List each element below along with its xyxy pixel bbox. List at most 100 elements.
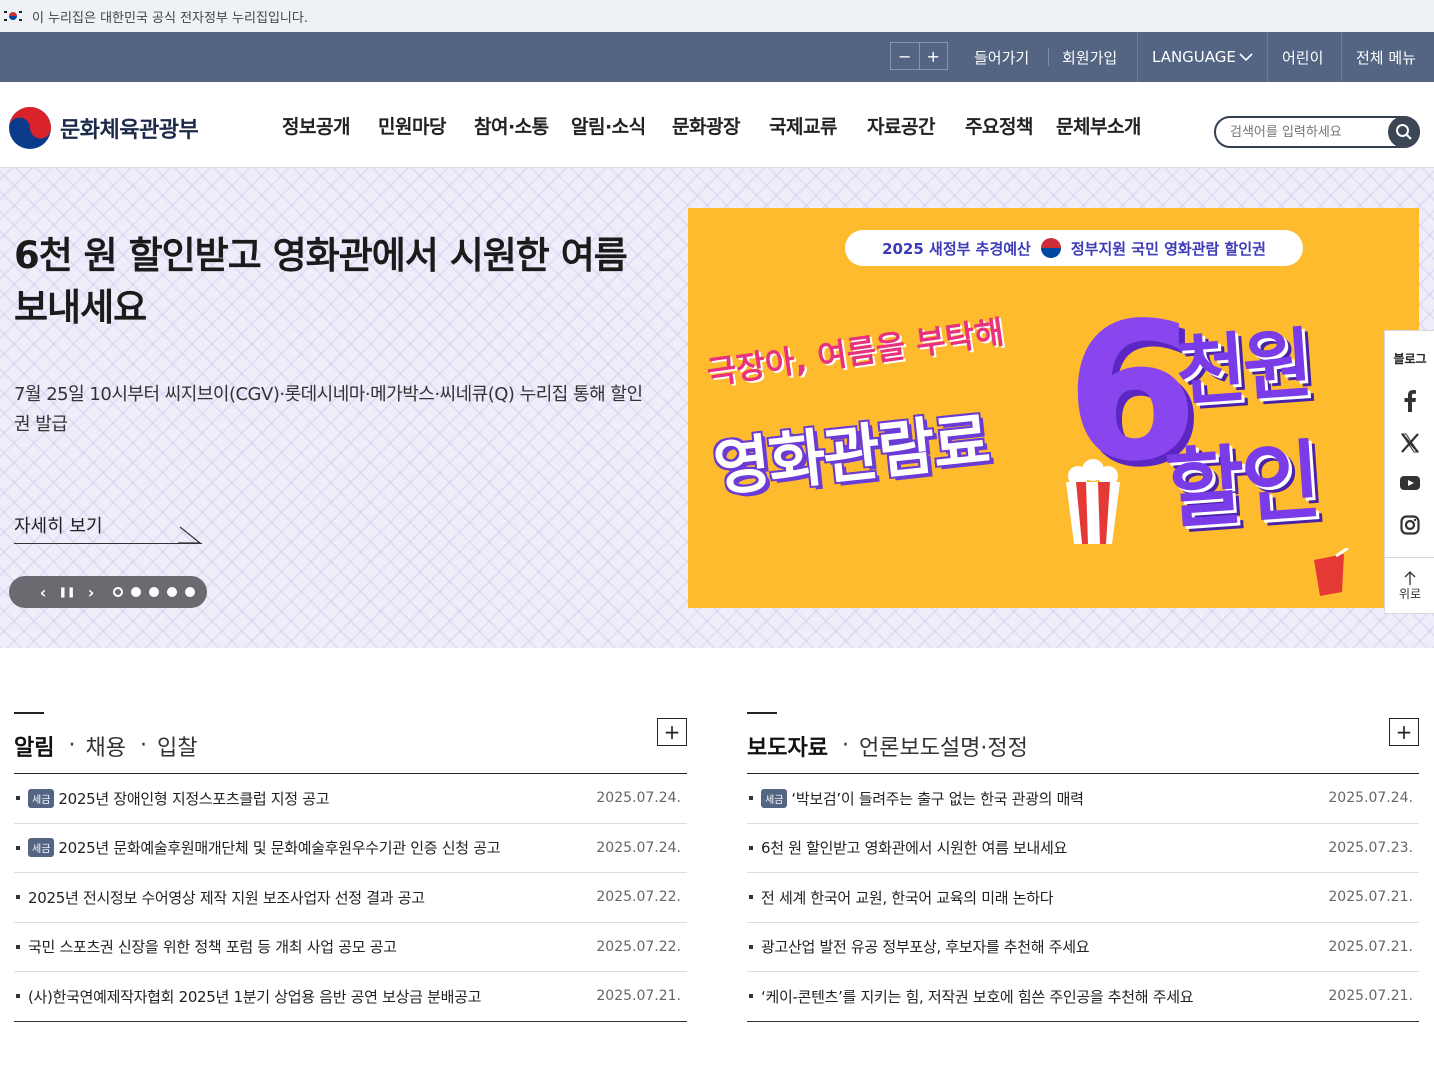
list-item[interactable]: 광고산업 발전 유공 정부포상, 후보자를 추천해 주세요 2025.07.21. — [747, 923, 1419, 972]
list-item[interactable]: 전 세계 한국어 교원, 한국어 교육의 미래 논하다 2025.07.21. — [747, 873, 1419, 923]
press-board-tabs: 보도자료 · 언론보도설명·정정 — [747, 714, 1419, 774]
arrow-right-icon — [178, 526, 202, 544]
list-item-title[interactable]: 광고산업 발전 유공 정부포상, 후보자를 추천해 주세요 — [761, 936, 1327, 957]
login-link[interactable]: 들어가기 — [974, 32, 1029, 82]
list-item-date: 2025.07.24. — [596, 790, 681, 807]
list-item[interactable]: 세금 ‘박보검’이 들려주는 출구 없는 한국 관광의 매력 2025.07.24. — [747, 774, 1419, 824]
list-bullet — [749, 994, 753, 999]
carousel-dot[interactable] — [167, 587, 177, 597]
popcorn-icon — [1066, 459, 1120, 544]
list-item-date: 2025.07.22. — [596, 938, 681, 955]
list-bullet — [16, 895, 20, 900]
kids-link[interactable]: 어린이 — [1282, 32, 1323, 82]
carousel-next-button[interactable]: › — [79, 583, 103, 602]
scroll-top-button[interactable]: 위로 — [1385, 557, 1434, 615]
list-item-date: 2025.07.21. — [596, 988, 681, 1005]
nav-participation[interactable]: 참여·소통 — [474, 82, 549, 168]
search-box — [1214, 116, 1420, 148]
nav-policies[interactable]: 주요정책 — [965, 82, 1033, 168]
list-item-date: 2025.07.23. — [1328, 839, 1413, 856]
list-item-date: 2025.07.21. — [1328, 889, 1413, 906]
taegeuk-logo-icon — [8, 106, 52, 150]
list-item[interactable]: 2025년 전시정보 수어영상 제작 지원 보조사업자 선정 결과 공고 2025… — [14, 873, 687, 923]
facebook-link[interactable] — [1385, 385, 1434, 417]
list-item-date: 2025.07.24. — [1328, 790, 1413, 807]
scroll-top-label: 위로 — [1398, 587, 1422, 601]
press-board: 보도자료 · 언론보도설명·정정 + 세금 ‘박보검’이 들려주는 출구 없는 한… — [747, 712, 1419, 1022]
search-icon — [1396, 124, 1412, 140]
tab-notice[interactable]: 알림 — [14, 730, 54, 762]
signup-link[interactable]: 회원가입 — [1062, 32, 1117, 82]
list-item-title[interactable]: ‘케이-콘텐츠’를 지키는 힘, 저작권 보호에 힘쓴 주인공을 추천해 주세요 — [761, 986, 1327, 1007]
nav-civil-service[interactable]: 민원마당 — [378, 82, 446, 168]
banner-pill: 2025 새정부 추경예산 정부지원 국민 영화관람 할인권 — [845, 230, 1303, 266]
list-bullet — [749, 845, 753, 850]
list-bullet — [16, 796, 20, 801]
list-item-title[interactable]: ‘박보검’이 들려주는 출구 없는 한국 관광의 매력 — [791, 788, 1327, 809]
nav-resources[interactable]: 자료공간 — [867, 82, 935, 168]
list-item[interactable]: ‘케이-콘텐츠’를 지키는 힘, 저작권 보호에 힘쓴 주인공을 추천해 주세요… — [747, 972, 1419, 1022]
instagram-link[interactable] — [1385, 509, 1434, 541]
facebook-icon — [1404, 390, 1416, 412]
list-item[interactable]: (사)한국연예제작자협회 2025년 1분기 상업용 음반 공연 보상금 분배공… — [14, 972, 687, 1022]
hero-title: 6천 원 할인받고 영화관에서 시원한 여름 보내세요 — [14, 234, 628, 329]
list-item-title[interactable]: 6천 원 할인받고 영화관에서 시원한 여름 보내세요 — [761, 837, 1327, 858]
list-item[interactable]: 국민 스포츠권 신장을 위한 정책 포럼 등 개최 사업 공모 공고 2025.0… — [14, 923, 687, 972]
language-dropdown[interactable]: LANGUAGE — [1152, 32, 1253, 82]
carousel-dot[interactable] — [131, 587, 141, 597]
hero-more-link[interactable]: 자세히 보기 — [14, 512, 202, 544]
hero-banner-image[interactable]: 2025 새정부 추경예산 정부지원 국민 영화관람 할인권 극장아, 여름을 … — [688, 208, 1419, 608]
list-item[interactable]: 세금 2025년 장애인형 지정스포츠클럽 지정 공고 2025.07.24. — [14, 774, 687, 824]
nav-culture-plaza[interactable]: 문화광장 — [672, 82, 740, 168]
youtube-link[interactable] — [1385, 467, 1434, 499]
util-divider — [1267, 32, 1268, 82]
hero-carousel: 6천 원 할인받고 영화관에서 시원한 여름 보내세요 7월 25일 10시부터… — [0, 168, 1434, 648]
carousel-dot[interactable] — [149, 587, 159, 597]
tab-separator: · — [139, 733, 147, 758]
carousel-dots — [103, 587, 195, 597]
list-bullet — [16, 994, 20, 999]
search-button[interactable] — [1388, 116, 1420, 148]
list-bullet — [16, 845, 20, 850]
list-item-title[interactable]: 2025년 장애인형 지정스포츠클럽 지정 공고 — [58, 788, 595, 809]
tab-press-clarification[interactable]: 언론보도설명·정정 — [859, 730, 1028, 762]
list-item-title[interactable]: 2025년 문화예술후원매개단체 및 문화예술후원우수기관 인증 신청 공고 — [58, 837, 595, 858]
nav-news[interactable]: 알림·소식 — [571, 82, 646, 168]
blog-link[interactable]: 블로그 — [1385, 343, 1434, 373]
sns-panel: 블로그 위로 — [1384, 330, 1434, 614]
x-twitter-link[interactable] — [1385, 427, 1434, 459]
tab-recruit[interactable]: 채용 — [85, 730, 125, 762]
carousel-pause-button[interactable]: ❚❚ — [55, 587, 79, 598]
press-list: 세금 ‘박보검’이 들려주는 출구 없는 한국 관광의 매력 2025.07.24.… — [747, 774, 1419, 1022]
carousel-prev-button[interactable]: ‹ — [31, 583, 55, 602]
util-divider — [1137, 32, 1138, 82]
nav-info-disclosure[interactable]: 정보공개 — [282, 82, 350, 168]
blog-label: 블로그 — [1393, 351, 1427, 366]
zoom-in-button[interactable]: + — [918, 43, 948, 69]
tab-bid[interactable]: 입찰 — [157, 730, 197, 762]
zoom-out-button[interactable]: − — [891, 43, 919, 69]
list-item-title[interactable]: 국민 스포츠권 신장을 위한 정책 포럼 등 개최 사업 공모 공고 — [28, 936, 595, 957]
list-item-title[interactable]: 2025년 전시정보 수어영상 제작 지원 보조사업자 선정 결과 공고 — [28, 887, 595, 908]
press-more-button[interactable]: + — [1389, 718, 1419, 746]
nav-international[interactable]: 국제교류 — [769, 82, 837, 168]
x-twitter-icon — [1401, 433, 1419, 453]
hero-description: 7월 25일 10시부터 씨지브이(CGV)·롯데시네마·메가박스·씨네큐(Q)… — [14, 384, 643, 435]
list-item[interactable]: 세금 2025년 문화예술후원매개단체 및 문화예술후원우수기관 인증 신청 공고… — [14, 824, 687, 873]
carousel-dot[interactable] — [185, 587, 195, 597]
search-input[interactable] — [1230, 124, 1380, 140]
notice-more-button[interactable]: + — [657, 718, 687, 746]
tab-separator: · — [68, 733, 76, 758]
banner-won: 천원 — [1173, 318, 1313, 417]
nav-about[interactable]: 문체부소개 — [1056, 82, 1141, 168]
list-item[interactable]: 6천 원 할인받고 영화관에서 시원한 여름 보내세요 2025.07.23. — [747, 824, 1419, 873]
site-logo[interactable]: 문화체육관광부 — [8, 106, 199, 150]
tab-press-release[interactable]: 보도자료 — [747, 730, 828, 762]
list-item-title[interactable]: (사)한국연예제작자협회 2025년 1분기 상업용 음반 공연 보상금 분배공… — [28, 986, 595, 1007]
gov-banner: 이 누리집은 대한민국 공식 전자정부 누리집입니다. — [0, 0, 1434, 32]
carousel-dot[interactable] — [113, 587, 123, 597]
site-logo-text: 문화체육관광부 — [60, 118, 199, 143]
all-menu-button[interactable]: 전체 메뉴 — [1356, 32, 1416, 82]
sign-language-badge: 세금 — [28, 838, 55, 858]
list-item-title[interactable]: 전 세계 한국어 교원, 한국어 교육의 미래 논하다 — [761, 887, 1327, 908]
